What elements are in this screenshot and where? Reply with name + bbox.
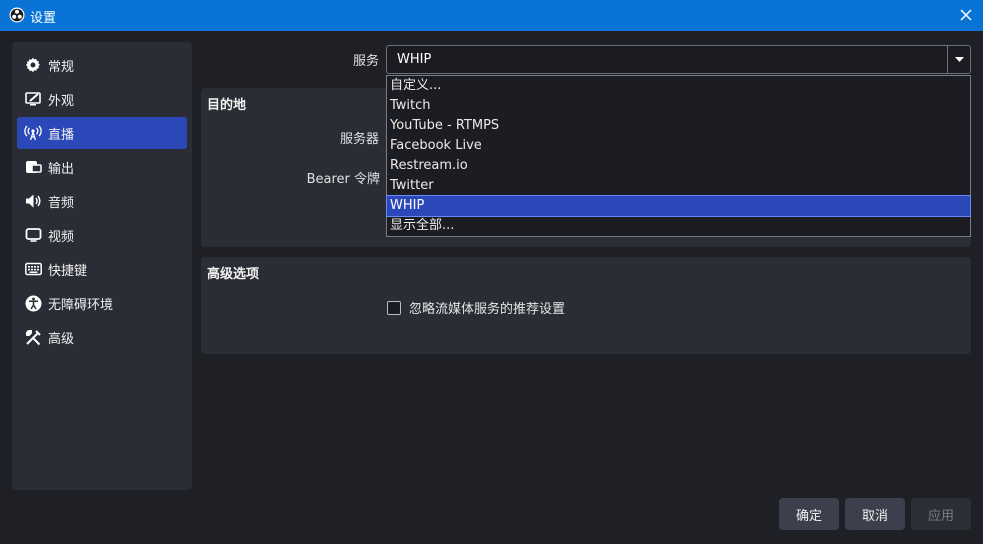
ok-button[interactable]: 确定 bbox=[779, 498, 839, 530]
service-dropdown-list: 自定义... Twitch YouTube - RTMPS Facebook L… bbox=[386, 75, 971, 237]
sidebar-item-stream[interactable]: 直播 bbox=[17, 117, 187, 149]
bearer-token-label: Bearer 令牌 bbox=[306, 172, 380, 187]
sidebar-item-label: 外观 bbox=[48, 93, 75, 109]
sidebar-item-appearance[interactable]: 外观 bbox=[17, 83, 187, 115]
service-value: WHIP bbox=[397, 52, 432, 67]
dropdown-option-custom[interactable]: 自定义... bbox=[387, 76, 970, 96]
sidebar-item-advanced[interactable]: 高级 bbox=[17, 321, 187, 353]
sidebar-item-label: 高级 bbox=[48, 331, 75, 347]
sidebar-item-label: 音频 bbox=[48, 195, 75, 211]
service-label: 服务 bbox=[352, 54, 379, 69]
ignore-recommendations-label: 忽略流媒体服务的推荐设置 bbox=[409, 302, 566, 317]
sidebar-item-hotkeys[interactable]: 快捷键 bbox=[17, 253, 187, 285]
sidebar-item-general[interactable]: 常规 bbox=[17, 49, 187, 81]
ignore-recommendations-checkbox[interactable] bbox=[387, 300, 401, 315]
keyboard-icon bbox=[24, 260, 42, 278]
dropdown-option-youtube[interactable]: YouTube - RTMPS bbox=[387, 116, 970, 136]
sidebar-item-label: 无障碍环境 bbox=[48, 297, 114, 313]
dropdown-option-twitter[interactable]: Twitter bbox=[387, 176, 970, 196]
sidebar-item-video[interactable]: 视频 bbox=[17, 219, 187, 251]
close-icon bbox=[960, 9, 972, 21]
tools-icon bbox=[24, 328, 42, 346]
cancel-button[interactable]: 取消 bbox=[845, 498, 905, 530]
gear-icon bbox=[24, 56, 42, 74]
sidebar-item-label: 视频 bbox=[48, 229, 75, 245]
sidebar-item-label: 直播 bbox=[48, 127, 75, 143]
dropdown-option-restream[interactable]: Restream.io bbox=[387, 156, 970, 176]
advanced-options-group: 高级选项 忽略流媒体服务的推荐设置 bbox=[201, 257, 971, 354]
sidebar-item-output[interactable]: 输出 bbox=[17, 151, 187, 183]
chevron-down-icon bbox=[955, 57, 964, 62]
title-bar: 设置 bbox=[0, 0, 983, 31]
dropdown-option-whip[interactable]: WHIP bbox=[386, 195, 971, 217]
sidebar-item-audio[interactable]: 音频 bbox=[17, 185, 187, 217]
broadcast-icon bbox=[24, 124, 42, 142]
window-title: 设置 bbox=[30, 11, 57, 26]
sidebar-item-accessibility[interactable]: 无障碍环境 bbox=[17, 287, 187, 319]
dropdown-option-twitch[interactable]: Twitch bbox=[387, 96, 970, 116]
dropdown-option-facebook[interactable]: Facebook Live bbox=[387, 136, 970, 156]
sidebar-item-label: 快捷键 bbox=[48, 263, 88, 279]
speaker-icon bbox=[24, 192, 42, 210]
server-label: 服务器 bbox=[339, 132, 379, 147]
monitor-icon bbox=[24, 226, 42, 244]
sidebar-item-label: 输出 bbox=[48, 161, 75, 177]
advanced-options-title: 高级选项 bbox=[207, 267, 260, 282]
output-icon bbox=[24, 158, 42, 176]
dropdown-option-show-all[interactable]: 显示全部... bbox=[387, 216, 970, 236]
service-combobox[interactable]: WHIP bbox=[386, 45, 971, 74]
sidebar-item-label: 常规 bbox=[48, 59, 75, 75]
settings-sidebar: 常规 外观 直播 输出 音频 视频 快捷键 无障碍环境 高级 bbox=[12, 42, 192, 490]
apply-button[interactable]: 应用 bbox=[911, 498, 971, 530]
combo-separator bbox=[947, 46, 948, 73]
accessibility-icon bbox=[24, 294, 42, 312]
ignore-recommendations-option[interactable]: 忽略流媒体服务的推荐设置 bbox=[387, 298, 565, 317]
appearance-icon bbox=[24, 90, 42, 108]
destination-title: 目的地 bbox=[207, 98, 247, 113]
obs-logo-icon bbox=[9, 7, 25, 23]
close-button[interactable] bbox=[955, 4, 977, 26]
